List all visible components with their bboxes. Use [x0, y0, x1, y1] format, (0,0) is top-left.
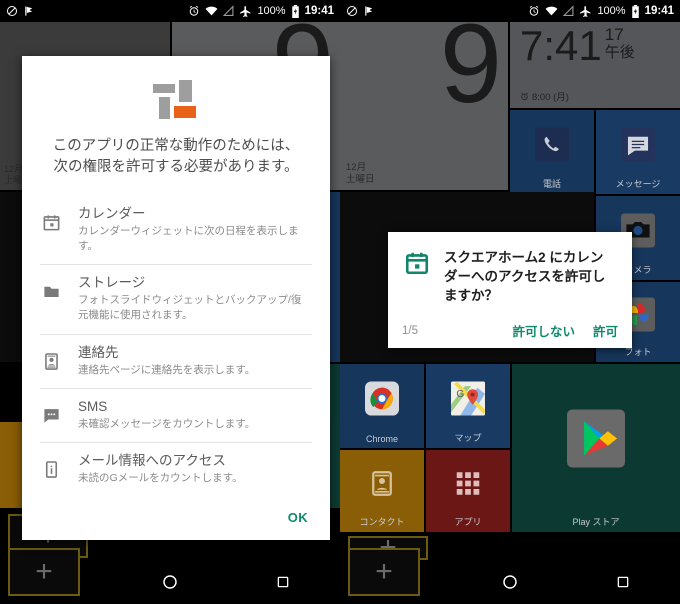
calendar-icon: [404, 248, 430, 305]
svg-text:G: G: [456, 389, 464, 400]
chrome-icon: [365, 381, 399, 420]
add-tile-left-bottom[interactable]: +: [8, 548, 80, 596]
folder-icon: [42, 274, 64, 306]
tile-contacts[interactable]: コンタクト: [340, 450, 424, 532]
maps-icon: G: [451, 381, 487, 420]
permission-item-calendar[interactable]: カレンダー カレンダーウィジェットに次の日程を表示します。: [40, 196, 312, 264]
status-bar-right: 100% 19:41: [340, 0, 680, 22]
tile-label: メッセージ: [615, 179, 661, 189]
battery-percent-right: 100%: [597, 5, 626, 17]
calendar-month: 12月: [346, 162, 367, 174]
square-home-logo: [153, 80, 199, 122]
rationale-intro-line2: 次の権限を許可する必要があります。: [53, 159, 299, 176]
allow-button[interactable]: 許可: [593, 321, 618, 340]
add-icon: +: [35, 555, 53, 588]
clock-ampm: 午後: [604, 44, 635, 61]
tile-label: Chrome: [365, 434, 398, 444]
calendar-day: 9: [439, 22, 502, 126]
permission-title: ストレージ: [78, 275, 146, 291]
status-time-right: 19:41: [644, 5, 674, 17]
phone-screen-left: 7:41 17 午後 9 12月 土曜日 12月: [0, 0, 340, 604]
rationale-intro: このアプリの正常な動作のためには、 次の権限を許可する必要があります。: [22, 136, 330, 196]
permission-item-sms[interactable]: SMS 未確認メッセージをカウントします。: [40, 387, 312, 442]
recents-square-icon[interactable]: [259, 560, 307, 604]
permission-desc: フォトスライドウィジェットとバックアップ/復元機能に使用されます。: [78, 294, 302, 322]
phone-screen-right: 7:41 17 午後 8:00 (月) 9 12月 土曜日 電話 メッセージ カ…: [340, 0, 680, 604]
rotation-lock-icon: [346, 5, 358, 17]
clock-widget-right[interactable]: 7:41 17 午後 8:00 (月): [510, 22, 680, 108]
permission-list: カレンダー カレンダーウィジェットに次の日程を表示します。 ストレージ フォトス…: [22, 196, 330, 496]
rationale-intro-line1: このアプリの正常な動作のためには、: [52, 138, 300, 154]
permission-title: メール情報へのアクセス: [78, 452, 226, 468]
info-phone-icon: [42, 452, 64, 484]
signal-icon: [563, 5, 574, 17]
airplane-icon: [579, 5, 592, 18]
message-icon: [621, 127, 655, 166]
permission-desc: 連絡先ページに連絡先を表示します。: [78, 363, 256, 376]
status-bar-left: 100% 19:41: [0, 0, 340, 22]
permission-dialog-counter: 1/5: [402, 324, 418, 337]
clock-time: 7:41: [520, 22, 602, 69]
add-tile-right-bottom[interactable]: +: [348, 548, 420, 596]
sms-icon: [42, 398, 64, 430]
alarm-icon: [528, 5, 540, 17]
tile-apps[interactable]: アプリ: [426, 450, 510, 532]
flag-icon: [24, 5, 35, 17]
permission-title: カレンダー: [78, 206, 146, 222]
calendar-widget-right[interactable]: 9 12月 土曜日: [340, 22, 508, 190]
tile-label: Play ストア: [572, 517, 620, 527]
tile-label: コンタクト: [359, 517, 405, 527]
permission-dialog-message: スクエアホーム2 にカレンダーへのアクセスを許可しますか？: [444, 250, 606, 304]
tile-label: 電話: [542, 179, 561, 189]
permission-desc: カレンダーウィジェットに次の日程を表示します。: [78, 224, 299, 253]
battery-icon: [631, 4, 640, 18]
permission-title: 連絡先: [78, 344, 119, 360]
permission-title: SMS: [78, 398, 108, 414]
contact-card-icon: [42, 344, 64, 376]
apps-grid-icon: [453, 469, 483, 504]
tile-play-store[interactable]: Play ストア: [512, 364, 680, 532]
phone-icon: [535, 127, 569, 166]
signal-icon: [223, 5, 234, 17]
status-time-left: 19:41: [304, 5, 334, 17]
recents-square-icon[interactable]: [599, 560, 647, 604]
alarm-icon: [188, 5, 200, 17]
contacts-icon: [367, 469, 397, 504]
play-store-icon: [567, 409, 625, 473]
screenshot-root: 7:41 17 午後 9 12月 土曜日 12月: [0, 0, 680, 604]
tile-message[interactable]: メッセージ: [596, 110, 680, 194]
permission-item-contacts[interactable]: 連絡先 連絡先ページに連絡先を表示します。: [40, 333, 312, 388]
permission-rationale-dialog[interactable]: このアプリの正常な動作のためには、 次の権限を許可する必要があります。 カレンダ…: [22, 56, 330, 540]
airplane-icon: [239, 5, 252, 18]
ok-button[interactable]: OK: [22, 496, 330, 541]
clock-alarm: 8:00 (月): [520, 89, 569, 103]
wifi-icon: [545, 5, 558, 17]
rotation-lock-icon: [6, 5, 18, 17]
battery-icon: [291, 4, 300, 18]
tile-chrome[interactable]: Chrome: [340, 364, 424, 448]
permission-item-mail[interactable]: メール情報へのアクセス 未読のGメールをカウントします。: [40, 441, 312, 496]
permission-item-storage[interactable]: ストレージ フォトスライドウィジェットとバックアップ/復元機能に使用されます。: [40, 264, 312, 333]
calendar-icon: [42, 205, 64, 237]
clock-seconds: 17: [604, 25, 624, 44]
tile-label: アプリ: [454, 517, 482, 527]
tile-phone[interactable]: 電話: [510, 110, 594, 194]
permission-desc: 未読のGメールをカウントします。: [78, 471, 243, 484]
tile-maps[interactable]: G マップ: [426, 364, 510, 448]
add-icon: +: [375, 555, 393, 588]
home-circle-icon[interactable]: [146, 560, 194, 604]
calendar-month-weekday: 12月 土曜日: [346, 162, 375, 186]
flag-icon: [364, 5, 375, 17]
permission-desc: 未確認メッセージをカウントします。: [78, 417, 256, 430]
deny-button[interactable]: 許可しない: [512, 321, 575, 340]
clock-alarm-text: 8:00 (月): [532, 92, 569, 103]
home-circle-icon[interactable]: [486, 560, 534, 604]
calendar-weekday: 土曜日: [346, 174, 375, 186]
runtime-permission-dialog[interactable]: スクエアホーム2 にカレンダーへのアクセスを許可しますか？ 1/5 許可しない …: [388, 232, 632, 348]
battery-percent-left: 100%: [257, 5, 286, 17]
wifi-icon: [205, 5, 218, 17]
tile-label: マップ: [454, 433, 482, 443]
